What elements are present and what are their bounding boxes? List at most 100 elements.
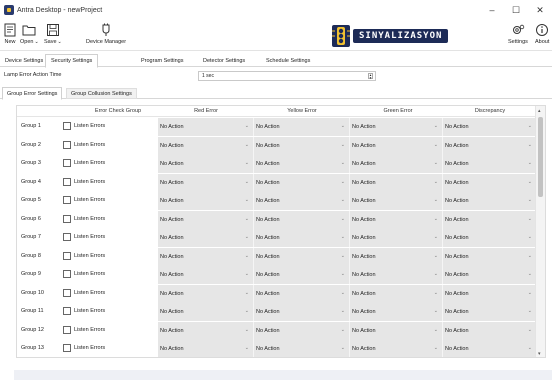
tab-group-error-settings[interactable]: Group Error Settings [2, 87, 63, 100]
scroll-thumb[interactable] [538, 117, 543, 197]
green-error-select[interactable]: No Action ⌄ [350, 118, 443, 136]
discrepancy-error-select[interactable]: No Action ⌄ [443, 321, 537, 340]
yellow-error-select[interactable]: No Action ⌄ [254, 284, 350, 303]
spinner-icon[interactable]: ▴ ▾ [368, 73, 373, 80]
about-button[interactable]: About [535, 23, 549, 45]
red-error-select[interactable]: No Action ⌄ [158, 173, 254, 192]
settings-button[interactable]: Settings [508, 23, 528, 45]
listen-errors-checkbox[interactable]: Listen Errors [63, 233, 105, 241]
listen-errors-checkbox[interactable]: Listen Errors [63, 159, 105, 167]
yellow-error-select[interactable]: No Action ⌄ [254, 340, 350, 357]
yellow-error-select[interactable]: No Action ⌄ [254, 136, 350, 155]
checkbox-box[interactable] [63, 251, 71, 260]
checkbox-box[interactable] [63, 177, 71, 186]
red-error-select[interactable]: No Action ⌄ [158, 303, 254, 321]
green-error-select[interactable]: No Action ⌄ [350, 155, 443, 173]
yellow-error-select[interactable]: No Action ⌄ [254, 118, 350, 136]
red-error-select[interactable]: No Action ⌄ [158, 247, 254, 266]
tab-program-settings[interactable]: Program Settings [136, 55, 189, 67]
lamp-error-time-input[interactable]: 1 sec ▴ ▾ [198, 71, 376, 81]
checkbox-box[interactable] [63, 270, 71, 278]
yellow-error-select[interactable]: No Action ⌄ [254, 247, 350, 266]
tab-security-settings[interactable]: Security Settings [45, 54, 99, 68]
scroll-up-icon[interactable]: ▴ [538, 108, 541, 114]
checkbox-box[interactable] [63, 196, 71, 204]
red-error-select[interactable]: No Action ⌄ [158, 210, 254, 229]
checkbox-box[interactable] [63, 214, 71, 223]
checkbox-box[interactable] [63, 140, 71, 149]
green-error-select[interactable]: No Action ⌄ [350, 229, 443, 247]
minimize-button[interactable]: – [480, 0, 504, 20]
yellow-error-select[interactable]: No Action ⌄ [254, 210, 350, 229]
green-error-select[interactable]: No Action ⌄ [350, 266, 443, 284]
tab-detector-settings[interactable]: Detector Settings [198, 55, 250, 67]
green-error-select[interactable]: No Action ⌄ [350, 173, 443, 192]
green-error-select[interactable]: No Action ⌄ [350, 247, 443, 266]
checkbox-box[interactable] [63, 122, 71, 130]
red-error-select[interactable]: No Action ⌄ [158, 266, 254, 284]
open-button[interactable]: Open ⌄ [20, 23, 39, 45]
listen-errors-checkbox[interactable]: Listen Errors [63, 307, 105, 315]
red-error-select[interactable]: No Action ⌄ [158, 284, 254, 303]
checkbox-box[interactable] [63, 288, 71, 297]
listen-errors-checkbox[interactable]: Listen Errors [63, 196, 105, 204]
close-button[interactable]: ✕ [528, 0, 552, 20]
checkbox-box[interactable] [63, 233, 71, 241]
red-error-select[interactable]: No Action ⌄ [158, 192, 254, 210]
red-error-select[interactable]: No Action ⌄ [158, 136, 254, 155]
yellow-error-select[interactable]: No Action ⌄ [254, 303, 350, 321]
yellow-error-select[interactable]: No Action ⌄ [254, 266, 350, 284]
green-error-select[interactable]: No Action ⌄ [350, 136, 443, 155]
listen-errors-checkbox[interactable]: Listen Errors [63, 251, 105, 260]
discrepancy-error-select[interactable]: No Action ⌄ [443, 192, 537, 210]
open-dropdown-caret[interactable]: ⌄ [34, 39, 38, 45]
listen-errors-checkbox[interactable]: Listen Errors [63, 177, 105, 186]
device-manager-button[interactable]: Device Manager [86, 23, 126, 45]
discrepancy-error-select[interactable]: No Action ⌄ [443, 173, 537, 192]
tab-schedule-settings[interactable]: Schedule Settings [261, 55, 315, 67]
discrepancy-error-select[interactable]: No Action ⌄ [443, 266, 537, 284]
checkbox-box[interactable] [63, 159, 71, 167]
save-button[interactable]: Save ⌄ [44, 23, 62, 45]
discrepancy-error-select[interactable]: No Action ⌄ [443, 136, 537, 155]
red-error-select[interactable]: No Action ⌄ [158, 340, 254, 357]
listen-errors-checkbox[interactable]: Listen Errors [63, 344, 105, 352]
tab-group-collusion-settings[interactable]: Group Collusion Settings [66, 88, 137, 99]
discrepancy-error-select[interactable]: No Action ⌄ [443, 118, 537, 136]
new-button[interactable]: New [3, 23, 17, 45]
checkbox-box[interactable] [63, 344, 71, 352]
discrepancy-error-select[interactable]: No Action ⌄ [443, 229, 537, 247]
listen-errors-checkbox[interactable]: Listen Errors [63, 122, 105, 130]
green-error-select[interactable]: No Action ⌄ [350, 192, 443, 210]
green-error-select[interactable]: No Action ⌄ [350, 284, 443, 303]
save-dropdown-caret[interactable]: ⌄ [58, 39, 62, 45]
scroll-down-icon[interactable]: ▾ [538, 351, 541, 357]
green-error-select[interactable]: No Action ⌄ [350, 210, 443, 229]
red-error-select[interactable]: No Action ⌄ [158, 229, 254, 247]
green-error-select[interactable]: No Action ⌄ [350, 340, 443, 357]
listen-errors-checkbox[interactable]: Listen Errors [63, 140, 105, 149]
discrepancy-error-select[interactable]: No Action ⌄ [443, 155, 537, 173]
discrepancy-error-select[interactable]: No Action ⌄ [443, 340, 537, 357]
red-error-select[interactable]: No Action ⌄ [158, 118, 254, 136]
checkbox-box[interactable] [63, 325, 71, 334]
listen-errors-checkbox[interactable]: Listen Errors [63, 214, 105, 223]
checkbox-box[interactable] [63, 307, 71, 315]
tab-device-settings[interactable]: Device Settings [0, 55, 48, 67]
discrepancy-error-select[interactable]: No Action ⌄ [443, 284, 537, 303]
red-error-select[interactable]: No Action ⌄ [158, 155, 254, 173]
yellow-error-select[interactable]: No Action ⌄ [254, 192, 350, 210]
yellow-error-select[interactable]: No Action ⌄ [254, 229, 350, 247]
maximize-button[interactable]: ☐ [504, 0, 528, 20]
green-error-select[interactable]: No Action ⌄ [350, 321, 443, 340]
discrepancy-error-select[interactable]: No Action ⌄ [443, 247, 537, 266]
red-error-select[interactable]: No Action ⌄ [158, 321, 254, 340]
discrepancy-error-select[interactable]: No Action ⌄ [443, 210, 537, 229]
yellow-error-select[interactable]: No Action ⌄ [254, 155, 350, 173]
yellow-error-select[interactable]: No Action ⌄ [254, 173, 350, 192]
discrepancy-error-select[interactable]: No Action ⌄ [443, 303, 537, 321]
green-error-select[interactable]: No Action ⌄ [350, 303, 443, 321]
listen-errors-checkbox[interactable]: Listen Errors [63, 325, 105, 334]
vertical-scrollbar[interactable]: ▴ ▾ [535, 106, 545, 357]
listen-errors-checkbox[interactable]: Listen Errors [63, 270, 105, 278]
